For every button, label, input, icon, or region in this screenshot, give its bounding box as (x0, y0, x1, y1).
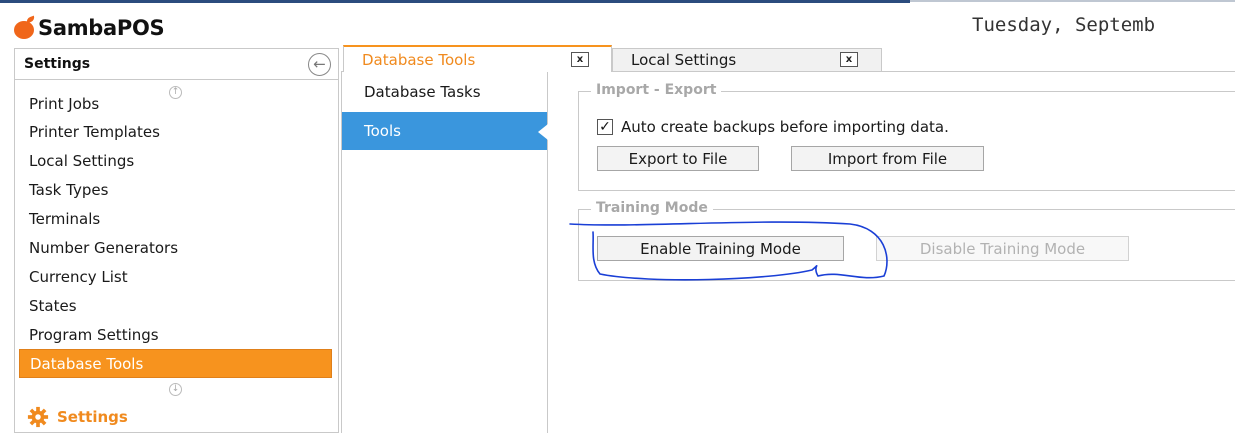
import-export-group: Import - Export (578, 82, 1235, 191)
menu-item-states[interactable]: States (19, 291, 332, 320)
menu-item-currency-list[interactable]: Currency List (19, 262, 332, 291)
settings-panel-title: Settings (24, 56, 91, 72)
nav-item-label: Database Tasks (364, 83, 481, 101)
tab-label: Database Tools (362, 50, 476, 69)
auto-backup-label: Auto create backups before importing dat… (621, 118, 949, 136)
menu-item-label: Database Tools (30, 354, 144, 373)
menu-item-local-settings[interactable]: Local Settings (19, 146, 332, 175)
close-icon[interactable]: x (571, 52, 589, 67)
disable-training-mode-button: Disable Training Mode (876, 236, 1129, 261)
tab-database-tools[interactable]: Database Tools x (343, 45, 612, 72)
tab-label: Local Settings (631, 51, 737, 69)
settings-panel-header: Settings ← (15, 49, 338, 80)
menu-item-printer-templates[interactable]: Printer Templates (19, 117, 332, 146)
settings-footer-button[interactable]: Settings (15, 402, 338, 432)
database-tools-nav: Database Tasks Tools (342, 72, 548, 433)
enable-training-mode-button[interactable]: Enable Training Mode (597, 236, 844, 261)
back-arrow-icon[interactable]: ← (308, 53, 331, 76)
auto-backup-option[interactable]: ✓ Auto create backups before importing d… (597, 118, 949, 136)
menu-item-label: Terminals (29, 209, 101, 228)
settings-footer-label: Settings (57, 408, 128, 426)
apple-icon (14, 15, 36, 39)
close-icon[interactable]: x (840, 52, 858, 67)
group-title: Import - Export (591, 82, 722, 98)
menu-item-label: Printer Templates (29, 122, 160, 141)
menu-item-label: Local Settings (29, 151, 135, 170)
menu-item-label: States (29, 296, 77, 315)
auto-backup-checkbox[interactable]: ✓ (597, 119, 613, 135)
app-logo: SambaPOS (14, 13, 165, 43)
menu-item-program-settings[interactable]: Program Settings (19, 320, 332, 349)
menu-item-task-types[interactable]: Task Types (19, 175, 332, 204)
nav-item-database-tasks[interactable]: Database Tasks (342, 73, 547, 111)
menu-item-label: Number Generators (29, 238, 179, 257)
group-title: Training Mode (591, 200, 713, 216)
export-to-file-button[interactable]: Export to File (597, 146, 759, 171)
menu-item-database-tools[interactable]: Database Tools (19, 349, 332, 378)
menu-item-label: Program Settings (29, 325, 159, 344)
nav-item-label: Tools (364, 122, 401, 140)
settings-menu: Print Jobs Printer Templates Local Setti… (19, 91, 332, 378)
scroll-down-icon[interactable]: ↓ (169, 383, 182, 396)
window-top-border (0, 0, 910, 3)
import-from-file-button[interactable]: Import from File (791, 146, 984, 171)
nav-item-tools[interactable]: Tools (342, 112, 548, 150)
menu-item-terminals[interactable]: Terminals (19, 204, 332, 233)
gear-icon (27, 406, 49, 428)
menu-item-label: Print Jobs (29, 95, 100, 113)
date-display: Tuesday, Septemb (972, 14, 1156, 36)
menu-item-number-generators[interactable]: Number Generators (19, 233, 332, 262)
tab-local-settings[interactable]: Local Settings x (612, 48, 882, 72)
menu-item-label: Currency List (29, 267, 128, 286)
settings-panel: Settings ← ↑ Print Jobs Printer Template… (14, 48, 339, 433)
selection-pointer (538, 124, 548, 140)
menu-item-label: Task Types (29, 180, 109, 199)
window-top-border-right (910, 0, 1235, 2)
menu-item-print-jobs[interactable]: Print Jobs (19, 91, 332, 117)
app-name: SambaPOS (38, 16, 165, 40)
